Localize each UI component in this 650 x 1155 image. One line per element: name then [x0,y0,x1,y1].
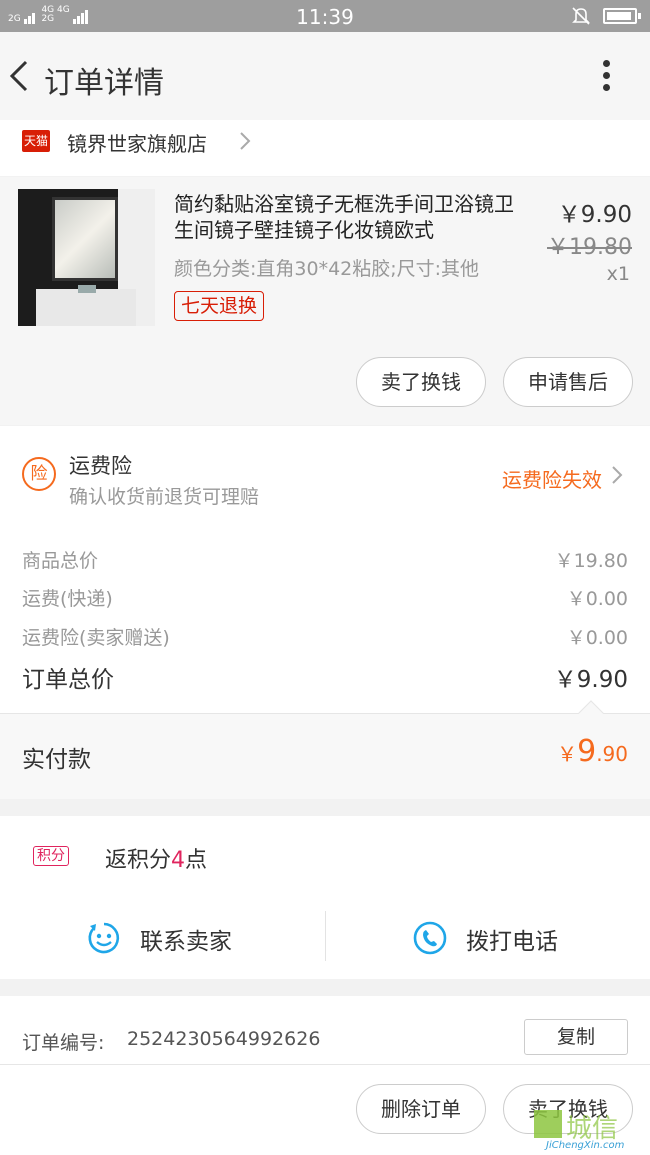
phone-icon [413,921,447,955]
tmall-logo: 天猫 [22,130,50,152]
contact-seller-label: 联系卖家 [140,929,232,955]
divider [0,1064,650,1065]
shop-name: 镜界世家旗舰店 [67,132,207,156]
order-number-label: 订单编号: [22,1032,105,1054]
watermark-logo: 城信 JiChengXin.com [532,1106,650,1155]
order-total-label: 订单总价 [22,667,114,693]
cost-value: ￥0.00 [566,588,628,610]
insurance-title: 运费险 [69,454,132,478]
after-sale-button[interactable]: 申请售后 [503,357,633,407]
product-original-price: ￥19.80 [547,235,632,260]
actual-payment-row: 实付款 ￥9.90 [0,700,650,799]
product-spec: 颜色分类:直角30*42粘胶;尺寸:其他 [174,258,480,280]
order-total-value: ￥9.90 [553,667,628,693]
product-price: ￥9.90 [557,202,632,228]
chat-face-icon [88,922,120,954]
cost-row-shipping: 运费(快递) ￥0.00 [22,584,628,614]
cost-row-insurance: 运费险(卖家赠送) ￥0.00 [22,623,628,653]
cost-row-goods: 商品总价 ￥19.80 [22,546,628,576]
mute-bell-icon [572,7,590,25]
clock: 11:39 [296,5,354,29]
chevron-right-icon [240,132,251,150]
insurance-subtitle: 确认收货前退货可理赔 [69,486,260,508]
contact-seller-button[interactable]: 联系卖家 [86,918,246,958]
cost-label: 运费(快递) [22,588,113,610]
shop-row[interactable]: 天猫 镜界世家旗舰店 [0,120,650,176]
sell-for-cash-button[interactable]: 卖了换钱 [356,357,486,407]
points-text: 返积分4点 [105,848,208,873]
paid-amount: ￥9.90 [557,734,628,769]
product-item[interactable]: 简约黏贴浴室镜子无框洗手间卫浴镜卫生间镜子壁挂镜子化妆镜欧式 颜色分类:直角30… [0,177,650,425]
cost-value: ￥19.80 [554,550,628,572]
call-phone-label: 拨打电话 [466,929,558,955]
battery-icon [603,8,641,24]
call-phone-button[interactable]: 拨打电话 [412,918,572,958]
insurance-status[interactable]: 运费险失效 [502,464,602,493]
product-thumbnail[interactable] [18,189,155,326]
cost-label: 运费险(卖家赠送) [22,627,170,649]
shipping-insurance-row[interactable]: 险 运费险 确认收货前退货可理赔 运费险失效 [0,426,650,526]
divider [325,911,326,961]
cost-value: ￥0.00 [566,627,628,649]
more-menu-icon[interactable] [594,56,618,96]
cost-breakdown: 商品总价 ￥19.80 运费(快递) ￥0.00 运费险(卖家赠送) ￥0.00… [0,526,650,713]
order-total-row: 订单总价 ￥9.90 [22,660,628,693]
chevron-right-icon [612,466,623,484]
paid-label: 实付款 [22,747,91,773]
insurance-icon: 险 [22,457,56,491]
product-quantity: x1 [606,263,630,285]
back-arrow-icon[interactable] [6,56,32,96]
points-section: 积分 返积分4点 联系卖家 拨打电话 [0,816,650,979]
page-title: 订单详情 [44,66,164,101]
points-badge: 积分 [33,846,69,866]
status-bar: 2G 4G 4G 2G 11:39 [0,0,650,32]
nav-bar: 订单详情 [0,32,650,120]
delete-order-button[interactable]: 删除订单 [356,1084,486,1134]
copy-button[interactable]: 复制 [524,1019,628,1055]
order-number-value: 2524230564992626 [127,1028,321,1050]
product-title[interactable]: 简约黏贴浴室镜子无框洗手间卫浴镜卫生间镜子壁挂镜子化妆镜欧式 [174,191,529,243]
return-policy-badge: 七天退换 [174,291,265,321]
cost-label: 商品总价 [22,550,99,572]
